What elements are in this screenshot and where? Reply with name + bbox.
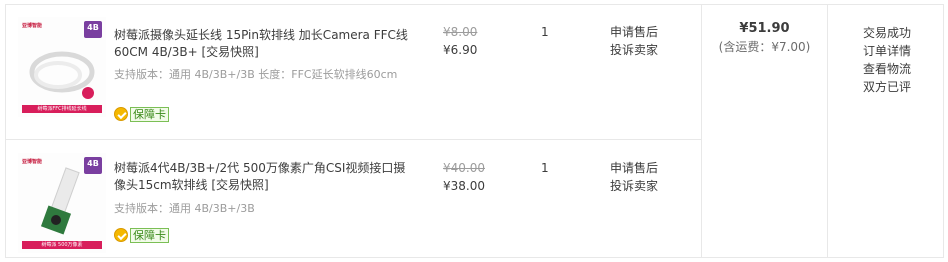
order-item: 亚博智能 4B 树莓派 500万像素 树莓派4代4B/3B+/2代 500万像素… [6, 139, 701, 262]
actual-price: ¥38.00 [443, 179, 485, 193]
item-operations: 申请售后 投诉卖家 [610, 23, 658, 59]
ffc-cable-image [29, 51, 95, 99]
actual-price: ¥6.90 [443, 43, 478, 57]
apply-after-sale-link[interactable]: 申请售后 [610, 159, 658, 177]
product-spec: 支持版本：通用 4B/3B+/3B 长度：FFC延长软排线60cm [114, 68, 398, 81]
review-status-link[interactable]: 双方已评 [863, 78, 911, 96]
shipping-fee: (含运费：¥7.00) [718, 40, 811, 54]
guarantee-label: 保障卡 [130, 227, 169, 243]
divider [827, 5, 828, 257]
trade-status-label: 交易成功 [863, 26, 912, 40]
product-spec: 支持版本：通用 4B/3B+/3B [114, 202, 255, 215]
complain-seller-link[interactable]: 投诉卖家 [610, 41, 658, 59]
order-item: 亚博智能 4B 树莓派FFC排线延长线 树莓派摄像头延长线 15Pin软排线 加… [6, 5, 701, 132]
item-operations: 申请售后 投诉卖家 [610, 159, 658, 195]
order-card: 亚博智能 4B 树莓派FFC排线延长线 树莓派摄像头延长线 15Pin软排线 加… [5, 4, 944, 258]
total-amount: ¥51.90 [739, 21, 790, 36]
quantity: 1 [541, 161, 549, 175]
original-price: ¥40.00 [443, 161, 485, 175]
product-title-link[interactable]: 树莓派4代4B/3B+/2代 500万像素广角CSI视频接口摄像头15cm软排线… [114, 160, 414, 194]
price-block: ¥8.00 ¥6.90 [443, 23, 503, 59]
guarantee-label: 保障卡 [130, 106, 169, 122]
price-block: ¥40.00 ¥38.00 [443, 159, 503, 195]
order-total: ¥51.90 (含运费：¥7.00) [702, 20, 827, 56]
quantity: 1 [541, 25, 549, 39]
camera-module-image [40, 167, 80, 235]
product-thumbnail[interactable]: 亚博智能 4B 树莓派FFC排线延长线 [18, 17, 106, 117]
thumbnail-caption: 树莓派 500万像素 [22, 241, 102, 249]
order-status: 交易成功 订单详情 查看物流 双方已评 [863, 24, 911, 96]
complain-seller-link[interactable]: 投诉卖家 [610, 177, 658, 195]
order-detail-link[interactable]: 订单详情 [863, 42, 911, 60]
original-price: ¥8.00 [443, 25, 478, 39]
guarantee-icon [114, 107, 128, 121]
product-title-link[interactable]: 树莓派摄像头延长线 15Pin软排线 加长Camera FFC线60CM 4B/… [114, 27, 414, 61]
guarantee-badge[interactable]: 保障卡 [114, 106, 169, 122]
apply-after-sale-link[interactable]: 申请售后 [610, 23, 658, 41]
product-thumbnail[interactable]: 亚博智能 4B 树莓派 500万像素 [18, 153, 106, 253]
guarantee-badge[interactable]: 保障卡 [114, 227, 169, 243]
view-logistics-link[interactable]: 查看物流 [863, 60, 911, 78]
guarantee-icon [114, 228, 128, 242]
thumbnail-caption: 树莓派FFC排线延长线 [22, 105, 102, 113]
